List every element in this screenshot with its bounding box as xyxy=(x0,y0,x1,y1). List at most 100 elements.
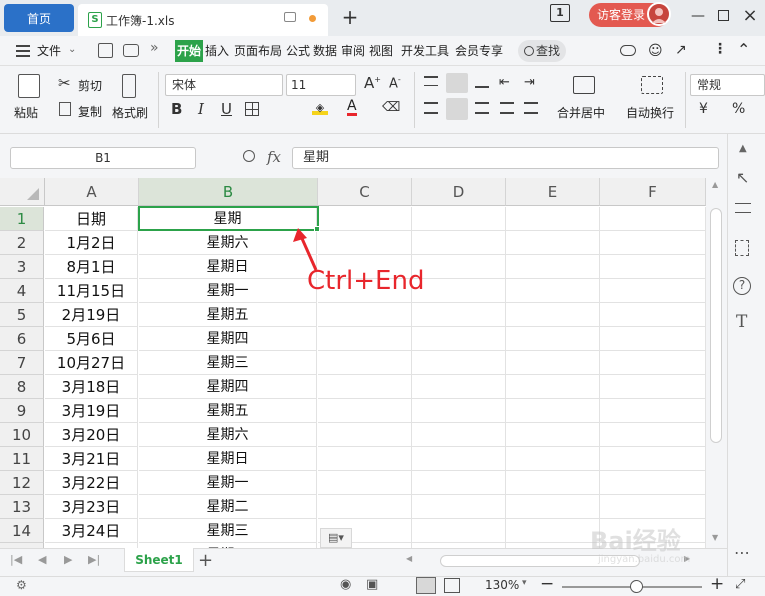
cell-empty[interactable] xyxy=(506,495,600,519)
align-bottom-icon[interactable] xyxy=(475,78,489,88)
column-header-a[interactable]: A xyxy=(45,178,139,206)
row-header[interactable]: 5 xyxy=(0,303,44,327)
cell-date[interactable]: 10月27日 xyxy=(45,351,138,375)
cell-weekday[interactable]: 星期五 xyxy=(139,303,317,327)
row-header[interactable]: 7 xyxy=(0,351,44,375)
scroll-down-icon[interactable]: ▼ xyxy=(712,533,718,542)
collapse-ribbon-icon[interactable]: ⌃ xyxy=(737,40,750,59)
settings-sliders-icon[interactable] xyxy=(735,203,751,213)
menu-icon[interactable] xyxy=(16,45,30,57)
cell-weekday[interactable]: 星期三 xyxy=(139,519,317,543)
cell-empty[interactable] xyxy=(600,423,706,447)
row-header[interactable]: 3 xyxy=(0,255,44,279)
column-header-d[interactable]: D xyxy=(412,178,506,206)
border-icon[interactable] xyxy=(245,102,259,116)
search-button[interactable]: 查找 xyxy=(518,40,566,62)
cell-empty[interactable] xyxy=(600,351,706,375)
row-header[interactable]: 6 xyxy=(0,327,44,351)
cell-empty[interactable] xyxy=(506,447,600,471)
cell-weekday[interactable]: 星期一 xyxy=(139,279,317,303)
cell-weekday[interactable]: 星期六 xyxy=(139,423,317,447)
page-view-icon[interactable] xyxy=(444,578,460,593)
cell-empty[interactable] xyxy=(600,399,706,423)
row-header[interactable]: 1 xyxy=(0,207,44,231)
cell-empty[interactable] xyxy=(506,279,600,303)
cell-weekday[interactable]: 星期四 xyxy=(139,327,317,351)
menu-file[interactable]: 文件 xyxy=(37,40,61,62)
cell-empty[interactable] xyxy=(412,351,506,375)
page-indicator-icon[interactable]: 1 xyxy=(550,4,570,22)
paste-options-icon[interactable]: ▤▾ xyxy=(320,528,352,548)
cell-empty[interactable] xyxy=(600,447,706,471)
document-tab[interactable]: S 工作簿-1.xls xyxy=(78,4,328,36)
cell-empty[interactable] xyxy=(318,447,412,471)
align-middle-icon[interactable] xyxy=(446,73,468,93)
align-right-icon[interactable] xyxy=(475,102,489,114)
font-size-select[interactable]: 11 xyxy=(286,74,356,96)
row-header[interactable]: 11 xyxy=(0,447,44,471)
transfer-icon[interactable] xyxy=(735,240,749,256)
italic-button[interactable]: I xyxy=(198,100,204,118)
name-box[interactable]: B1 xyxy=(10,147,196,169)
new-tab-button[interactable]: + xyxy=(340,6,360,30)
cell-empty[interactable] xyxy=(600,471,706,495)
cell-weekday[interactable]: 星期四 xyxy=(139,375,317,399)
cell-empty[interactable] xyxy=(506,255,600,279)
cell-empty[interactable] xyxy=(412,399,506,423)
vertical-scrollbar[interactable]: ▲ ▼ xyxy=(706,178,727,548)
paste-button[interactable]: 粘贴 xyxy=(14,104,38,121)
cell-empty[interactable] xyxy=(412,327,506,351)
cell-empty[interactable] xyxy=(412,495,506,519)
row-header[interactable]: 8 xyxy=(0,375,44,399)
cell-empty[interactable] xyxy=(600,327,706,351)
cell-empty[interactable] xyxy=(412,375,506,399)
close-button[interactable]: × xyxy=(740,6,760,26)
cell-empty[interactable] xyxy=(412,231,506,255)
more-horizontal-icon[interactable]: ⋯ xyxy=(734,543,750,562)
cell-weekday[interactable]: 星期一 xyxy=(139,471,317,495)
normal-view-icon[interactable] xyxy=(416,577,436,594)
maximize-button[interactable] xyxy=(713,6,733,26)
sheet-nav-first-icon[interactable]: |◀ xyxy=(10,553,22,566)
cell-date[interactable]: 3月22日 xyxy=(45,471,138,495)
row-header[interactable]: 13 xyxy=(0,495,44,519)
number-format-select[interactable]: 常规 xyxy=(690,74,765,96)
scroll-left-icon[interactable]: ◀ xyxy=(406,554,412,563)
cell-empty[interactable] xyxy=(600,279,706,303)
sheet-nav-prev-icon[interactable]: ◀ xyxy=(38,553,46,566)
cell-empty[interactable] xyxy=(506,471,600,495)
more-options-icon[interactable]: ⋮ xyxy=(713,41,727,57)
cell-date[interactable]: 11月15日 xyxy=(45,279,138,303)
fill-color-icon[interactable]: ◈ xyxy=(312,101,328,115)
clear-format-icon[interactable]: ⌫ xyxy=(382,100,400,115)
cell-weekday[interactable]: 星期五 xyxy=(139,399,317,423)
scroll-thumb[interactable] xyxy=(710,208,722,443)
fx-icon[interactable]: fx xyxy=(267,148,281,166)
monitor-icon[interactable] xyxy=(284,12,296,22)
currency-button[interactable]: ¥ xyxy=(699,101,708,117)
cell-date[interactable]: 3月23日 xyxy=(45,495,138,519)
align-left-icon[interactable] xyxy=(424,102,438,114)
cell-date[interactable]: 3月21日 xyxy=(45,447,138,471)
font-name-select[interactable]: 宋体 xyxy=(165,74,283,96)
minimize-button[interactable]: — xyxy=(688,6,708,26)
help-icon[interactable]: ? xyxy=(733,277,751,295)
align-top-icon[interactable] xyxy=(424,76,438,86)
copy-button[interactable]: 复制 xyxy=(78,103,102,120)
cell-empty[interactable] xyxy=(318,495,412,519)
tab-view[interactable]: 视图 xyxy=(369,40,393,62)
cell-empty[interactable] xyxy=(412,423,506,447)
cell-empty[interactable] xyxy=(412,279,506,303)
cloud-icon[interactable] xyxy=(620,45,636,56)
cell-date[interactable]: 8月1日 xyxy=(45,255,138,279)
sheet-nav-next-icon[interactable]: ▶ xyxy=(64,553,72,566)
zoom-level[interactable]: 130% xyxy=(485,578,519,592)
paste-icon[interactable] xyxy=(18,74,40,98)
scroll-up-icon[interactable]: ▲ xyxy=(712,180,718,189)
cell-empty[interactable] xyxy=(318,399,412,423)
home-tab[interactable]: 首页 xyxy=(4,4,74,32)
sheet-tab-sheet1[interactable]: Sheet1 xyxy=(124,548,194,572)
cell-empty[interactable] xyxy=(318,471,412,495)
row-header[interactable]: 2 xyxy=(0,231,44,255)
percent-button[interactable]: % xyxy=(732,101,745,117)
